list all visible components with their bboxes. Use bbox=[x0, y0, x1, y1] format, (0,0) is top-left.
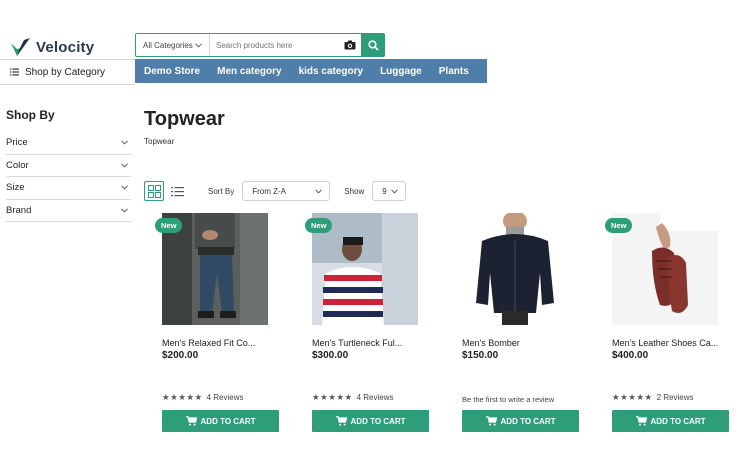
product-name[interactable]: Men's Turtleneck Ful... bbox=[312, 338, 402, 348]
nav-item-luggage[interactable]: Luggage bbox=[380, 66, 422, 77]
product-price: $150.00 bbox=[462, 350, 499, 361]
show-select-value: 9 bbox=[382, 186, 387, 196]
cart-icon bbox=[335, 416, 347, 426]
category-select-value: All Categories bbox=[143, 40, 193, 50]
add-to-cart-label: ADD TO CART bbox=[200, 416, 256, 426]
show-select[interactable]: 9 bbox=[372, 181, 407, 201]
nav-item-demo-store[interactable]: Demo Store bbox=[144, 66, 200, 77]
shop-by-category-button[interactable]: Shop by Category bbox=[0, 59, 135, 85]
product-name[interactable]: Men's Bomber bbox=[462, 338, 520, 348]
search-input[interactable] bbox=[210, 34, 339, 56]
star-rating-icon: ★★★★★ bbox=[312, 392, 353, 402]
grid-view-button[interactable] bbox=[144, 181, 164, 201]
product-card[interactable]: New Men's Turtleneck Ful... $300.00 ★★★★… bbox=[305, 213, 429, 438]
filter-brand[interactable]: Brand bbox=[6, 200, 131, 222]
filter-label: Price bbox=[6, 137, 28, 149]
menu-icon bbox=[10, 68, 19, 76]
search-bar: All Categories bbox=[135, 33, 385, 57]
list-icon bbox=[170, 186, 184, 196]
product-price: $400.00 bbox=[612, 350, 649, 361]
add-to-cart-button[interactable]: ADD TO CART bbox=[612, 410, 729, 432]
list-view-button[interactable] bbox=[167, 181, 187, 201]
sort-select[interactable]: From Z-A bbox=[242, 181, 331, 201]
product-rating: ★★★★★ 2 Reviews bbox=[612, 392, 694, 403]
velocity-logo-mark bbox=[11, 38, 30, 56]
sort-select-value: From Z-A bbox=[252, 186, 287, 196]
add-to-cart-label: ADD TO CART bbox=[500, 416, 556, 426]
add-to-cart-button[interactable]: ADD TO CART bbox=[462, 410, 579, 432]
product-toolbar: Sort By From Z-A Show 9 bbox=[144, 180, 407, 202]
cart-icon bbox=[185, 416, 197, 426]
main-nav: Demo Store Men category kids category Lu… bbox=[135, 59, 487, 83]
filter-color[interactable]: Color bbox=[6, 155, 131, 177]
product-name[interactable]: Men's Leather Shoes Ca... bbox=[612, 338, 718, 348]
product-card[interactable]: New Men's Leather Shoes Ca... $400.00 ★★… bbox=[605, 213, 729, 438]
shop-by-heading: Shop By bbox=[6, 108, 55, 122]
chevron-down-icon bbox=[315, 188, 323, 194]
category-select[interactable]: All Categories bbox=[136, 34, 210, 56]
page-title: Topwear bbox=[144, 108, 225, 130]
review-count[interactable]: 2 Reviews bbox=[657, 393, 694, 402]
filter-sidebar: Shop By Price Color Size Brand bbox=[6, 108, 131, 222]
product-rating: ★★★★★ 4 Reviews bbox=[312, 392, 394, 403]
product-rating: Be the first to write a review bbox=[462, 395, 554, 404]
product-price: $300.00 bbox=[312, 350, 349, 361]
new-badge: New bbox=[605, 218, 633, 233]
chevron-down-icon bbox=[121, 163, 128, 168]
velocity-logo[interactable]: Velocity bbox=[10, 36, 94, 58]
add-to-cart-label: ADD TO CART bbox=[650, 416, 706, 426]
review-count[interactable]: 4 Reviews bbox=[207, 393, 244, 402]
star-rating-icon: ★★★★★ bbox=[612, 392, 653, 402]
product-image[interactable] bbox=[462, 213, 568, 325]
add-to-cart-button[interactable]: ADD TO CART bbox=[312, 410, 429, 432]
chevron-down-icon bbox=[121, 140, 128, 145]
cart-icon bbox=[635, 416, 647, 426]
new-badge: New bbox=[305, 218, 333, 233]
chevron-down-icon bbox=[195, 42, 202, 48]
chevron-down-icon bbox=[391, 188, 399, 194]
review-count[interactable]: 4 Reviews bbox=[357, 393, 394, 402]
nav-item-men-category[interactable]: Men category bbox=[217, 66, 281, 77]
add-to-cart-label: ADD TO CART bbox=[350, 416, 406, 426]
filter-label: Size bbox=[6, 182, 25, 194]
write-review-link[interactable]: Be the first to write a review bbox=[462, 395, 554, 404]
star-rating-icon: ★★★★★ bbox=[162, 392, 203, 402]
sort-label: Sort By bbox=[208, 186, 235, 196]
new-badge: New bbox=[155, 218, 183, 233]
chevron-down-icon bbox=[121, 208, 128, 213]
product-rating: ★★★★★ 4 Reviews bbox=[162, 392, 244, 403]
search-icon bbox=[367, 39, 379, 51]
filter-label: Color bbox=[6, 159, 29, 171]
product-card[interactable]: New Men's Relaxed Fit Co... $200.00 ★★★★… bbox=[155, 213, 279, 438]
filter-label: Brand bbox=[6, 204, 32, 216]
camera-icon[interactable] bbox=[339, 34, 361, 56]
product-card[interactable]: Men's Bomber $150.00 Be the first to wri… bbox=[455, 213, 579, 438]
nav-item-plants[interactable]: Plants bbox=[439, 66, 469, 77]
shop-by-category-label: Shop by Category bbox=[25, 66, 106, 78]
add-to-cart-button[interactable]: ADD TO CART bbox=[162, 410, 279, 432]
search-button[interactable] bbox=[361, 33, 385, 57]
filter-price[interactable]: Price bbox=[6, 132, 131, 155]
brand-name: Velocity bbox=[36, 38, 95, 56]
product-name[interactable]: Men's Relaxed Fit Co... bbox=[162, 338, 255, 348]
chevron-down-icon bbox=[121, 185, 128, 190]
show-label: Show bbox=[344, 186, 365, 196]
filter-size[interactable]: Size bbox=[6, 177, 131, 200]
product-price: $200.00 bbox=[162, 350, 199, 361]
grid-icon bbox=[147, 184, 161, 198]
cart-icon bbox=[485, 416, 497, 426]
nav-item-kids-category[interactable]: kids category bbox=[299, 66, 363, 77]
breadcrumb[interactable]: Topwear bbox=[144, 137, 174, 146]
